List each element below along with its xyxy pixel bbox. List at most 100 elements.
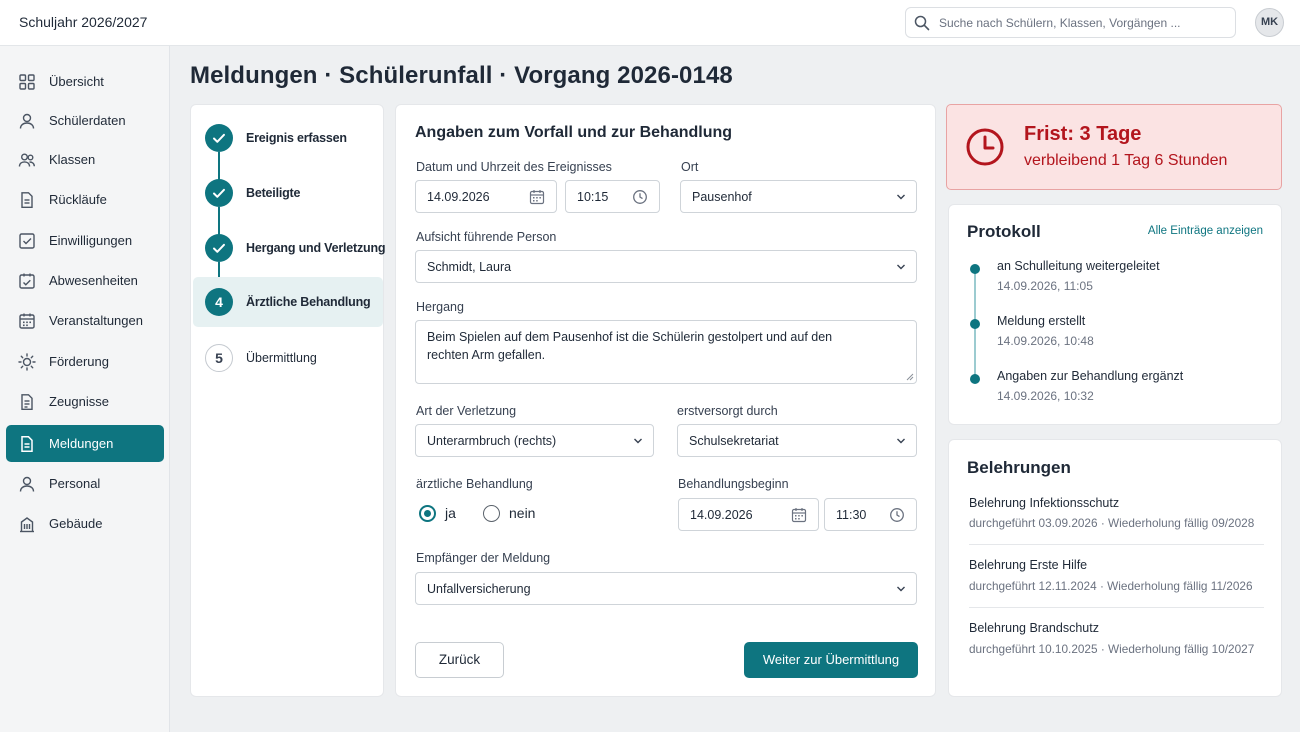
form-title: Angaben zum Vorfall und zur Behandlung (415, 124, 733, 141)
check-icon (205, 234, 233, 262)
step-beteiligte[interactable]: Beteiligte (193, 168, 383, 218)
medical-label: ärztliche Behandlung (416, 477, 533, 491)
event-time-value: 10:15 (577, 190, 609, 204)
treatment-time-field[interactable]: 11:30 (824, 498, 917, 531)
sidebar-item-personal[interactable]: Personal (6, 465, 164, 502)
instruction-title: Belehrung Erste Hilfe (969, 558, 1088, 572)
avatar[interactable]: MK (1255, 8, 1284, 37)
timeline-entry-title: Angaben zur Behandlung ergänzt (997, 369, 1184, 383)
check-icon (205, 124, 233, 152)
course-label: Hergang (416, 300, 464, 314)
search-input[interactable]: Suche nach Schülern, Klassen, Vorgängen … (905, 7, 1236, 38)
sidebar-item-schuelerdaten[interactable]: Schülerdaten (6, 102, 164, 139)
treatment-date-field[interactable]: 14.09.2026 (678, 498, 819, 531)
step-label: Hergang und Verletzung (246, 241, 386, 255)
sidebar-item-foerderung[interactable]: Förderung (6, 343, 164, 380)
report-icon (21, 436, 33, 453)
back-button[interactable]: Zurück (415, 642, 504, 678)
timeline-entry-title: an Schulleitung weitergeleitet (997, 259, 1160, 273)
location-select[interactable]: Pausenhof (680, 180, 917, 213)
event-date-field[interactable]: 14.09.2026 (415, 180, 557, 213)
supervisor-label: Aufsicht führende Person (416, 230, 557, 244)
deadline-remaining: verbleibend 1 Tag 6 Stunden (1024, 152, 1228, 169)
sidebar-item-label: Personal (49, 476, 101, 491)
event-date-value: 14.09.2026 (427, 190, 490, 204)
chevron-down-icon (897, 194, 905, 200)
divider (969, 544, 1264, 545)
clock-icon (966, 128, 1004, 166)
next-button[interactable]: Weiter zur Übermittlung (744, 642, 918, 678)
medical-yes-label[interactable]: ja (445, 505, 456, 521)
sidebar: Übersicht Schülerdaten Klassen Rückläufe… (0, 46, 170, 732)
supervisor-value: Schmidt, Laura (427, 260, 512, 274)
timeline-dot (970, 264, 980, 274)
sidebar-item-uebersicht[interactable]: Übersicht (6, 63, 164, 100)
person-icon (19, 476, 35, 492)
calendar-icon[interactable] (791, 507, 807, 523)
sidebar-item-zeugnisse[interactable]: Zeugnisse (6, 383, 164, 420)
grid-icon (19, 74, 35, 90)
step-label: Ärztliche Behandlung (246, 295, 371, 309)
timeline-entry-time: 14.09.2026, 10:48 (997, 334, 1094, 348)
sidebar-item-label: Abwesenheiten (49, 273, 138, 288)
first-aid-select[interactable]: Schulsekretariat (677, 424, 917, 457)
sidebar-item-veranstaltungen[interactable]: Veranstaltungen (6, 302, 164, 339)
sidebar-item-ruecklaeufe[interactable]: Rückläufe (6, 181, 164, 218)
sidebar-item-gebaeude[interactable]: Gebäude (6, 505, 164, 542)
location-label: Ort (681, 160, 699, 174)
timeline-dot (970, 374, 980, 384)
calendar-icon (19, 313, 35, 329)
group-icon (18, 153, 35, 167)
show-all-link[interactable]: Alle Einträge anzeigen (1148, 225, 1263, 237)
instruction-detail: durchgeführt 10.10.2025 · Wiederholung f… (969, 642, 1255, 656)
sidebar-item-label: Förderung (49, 354, 109, 369)
injury-value: Unterarmbruch (rechts) (427, 434, 557, 448)
recipient-label: Empfänger der Meldung (416, 551, 551, 565)
event-time-field[interactable]: 10:15 (565, 180, 660, 213)
medical-no-label[interactable]: nein (509, 505, 535, 521)
instruction-title: Belehrung Infektionsschutz (969, 496, 1120, 510)
chevron-down-icon (897, 264, 905, 270)
stepper: Ereignis erfassen Beteiligte Hergang und… (190, 104, 386, 697)
instruction-detail: durchgeführt 12.11.2024 · Wiederholung f… (969, 579, 1253, 593)
building-icon (20, 517, 34, 533)
sidebar-item-meldungen[interactable]: Meldungen (6, 425, 164, 462)
course-textarea[interactable]: Beim Spielen auf dem Pausenhof ist die S… (415, 320, 917, 384)
clock-icon[interactable] (632, 189, 648, 205)
calendar-icon[interactable] (529, 189, 545, 205)
step-number: 4 (205, 288, 233, 316)
search-placeholder: Suche nach Schülern, Klassen, Vorgängen … (939, 16, 1181, 30)
step-uebermittlung[interactable]: 5 Übermittlung (193, 333, 383, 383)
incident-form: Angaben zum Vorfall und zur Behandlung D… (395, 104, 936, 697)
step-ereignis-erfassen[interactable]: Ereignis erfassen (193, 113, 383, 163)
document-icon (21, 192, 33, 208)
clock-icon[interactable] (889, 507, 905, 523)
sidebar-item-label: Einwilligungen (49, 233, 133, 248)
timeline-entry-title: Meldung erstellt (997, 314, 1086, 328)
event-datetime-label: Datum und Uhrzeit des Ereignisses (416, 160, 612, 174)
sidebar-item-klassen[interactable]: Klassen (6, 141, 164, 178)
recipient-select[interactable]: Unfallversicherung (415, 572, 917, 605)
step-aerztliche-behandlung[interactable]: 4 Ärztliche Behandlung (193, 277, 383, 327)
supervisor-select[interactable]: Schmidt, Laura (415, 250, 917, 283)
school-year[interactable]: Schuljahr 2026/2027 (19, 14, 147, 30)
resize-handle-icon[interactable] (906, 373, 914, 381)
certificate-icon (21, 394, 33, 410)
sidebar-item-label: Zeugnisse (49, 394, 109, 409)
instruction-title: Belehrung Brandschutz (969, 621, 1099, 635)
deadline-alert: Frist: 3 Tage verbleibend 1 Tag 6 Stunde… (946, 104, 1282, 190)
step-hergang[interactable]: Hergang und Verletzung (193, 223, 386, 273)
timeline-entry-time: 14.09.2026, 11:05 (997, 279, 1093, 293)
instructions-card: Belehrungen Belehrung Infektionsschutz d… (948, 439, 1282, 697)
sidebar-item-einwilligungen[interactable]: Einwilligungen (6, 222, 164, 259)
first-aid-label: erstversorgt durch (677, 404, 778, 418)
medical-no-radio[interactable] (483, 505, 500, 522)
injury-select[interactable]: Unterarmbruch (rechts) (415, 424, 654, 457)
sidebar-item-abwesenheiten[interactable]: Abwesenheiten (6, 262, 164, 299)
recipient-value: Unfallversicherung (427, 582, 531, 596)
step-number: 5 (205, 344, 233, 372)
sidebar-item-label: Gebäude (49, 516, 103, 531)
medical-yes-radio[interactable] (419, 505, 436, 522)
sidebar-item-label: Rückläufe (49, 192, 107, 207)
step-label: Übermittlung (246, 351, 317, 365)
